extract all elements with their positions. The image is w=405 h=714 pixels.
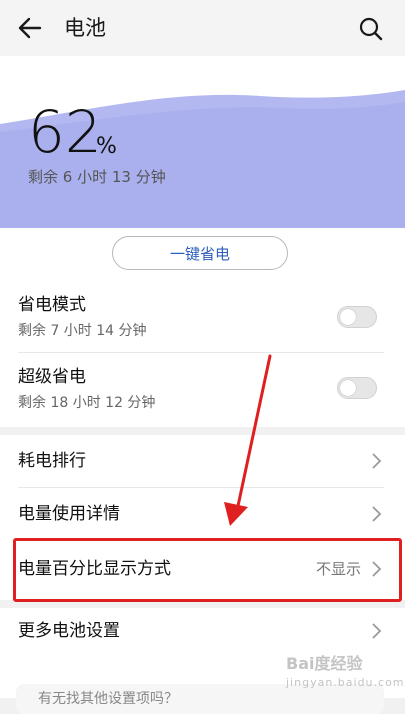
ultra-power-save-title: 超级省电 bbox=[18, 367, 86, 387]
battery-remaining-time: 剩余 6 小时 13 分钟 bbox=[28, 168, 166, 186]
hint-text: 有无找其他设置项吗？ bbox=[38, 691, 178, 707]
one-key-save-button[interactable]: 一键省电 bbox=[112, 236, 288, 270]
consumption-ranking-label: 耗电排行 bbox=[18, 451, 86, 471]
power-save-mode-toggle[interactable] bbox=[337, 306, 377, 328]
toggle-knob bbox=[340, 380, 356, 396]
back-arrow-icon[interactable] bbox=[16, 14, 44, 42]
usage-details-label: 电量使用详情 bbox=[18, 504, 120, 524]
watermark-text: Bai度经验 bbox=[286, 654, 363, 673]
divider bbox=[18, 352, 384, 353]
watermark-sub: jingyan.baidu.com bbox=[286, 676, 405, 689]
ultra-power-save-toggle[interactable] bbox=[337, 377, 377, 399]
ultra-power-save-row[interactable]: 超级省电 剩余 18 小时 12 分钟 bbox=[0, 362, 405, 422]
ultra-power-save-subtitle: 剩余 18 小时 12 分钟 bbox=[18, 395, 156, 411]
power-save-mode-subtitle: 剩余 7 小时 14 分钟 bbox=[18, 323, 147, 339]
more-battery-settings-label: 更多电池设置 bbox=[18, 621, 120, 641]
battery-percent-sign: % bbox=[96, 134, 117, 159]
more-battery-settings-row[interactable]: 更多电池设置 bbox=[0, 608, 405, 656]
search-icon[interactable] bbox=[358, 16, 384, 42]
watermark: Bai度经验 jingyan.baidu.com bbox=[286, 650, 405, 689]
chevron-right-icon bbox=[372, 506, 382, 522]
top-bar: 电池 bbox=[0, 0, 405, 56]
power-save-mode-title: 省电模式 bbox=[18, 295, 86, 315]
chevron-right-icon bbox=[372, 623, 382, 639]
page-title: 电池 bbox=[64, 16, 106, 40]
toggle-knob bbox=[340, 309, 356, 325]
power-save-mode-row[interactable]: 省电模式 剩余 7 小时 14 分钟 bbox=[0, 290, 405, 350]
section-gap bbox=[0, 427, 405, 435]
annotation-highlight-box bbox=[13, 538, 402, 602]
battery-percent: 62 bbox=[28, 98, 102, 166]
usage-details-row[interactable]: 电量使用详情 bbox=[0, 488, 405, 540]
chevron-right-icon bbox=[372, 453, 382, 469]
consumption-ranking-row[interactable]: 耗电排行 bbox=[0, 435, 405, 487]
battery-level-panel: 62 % 剩余 6 小时 13 分钟 bbox=[0, 56, 405, 228]
